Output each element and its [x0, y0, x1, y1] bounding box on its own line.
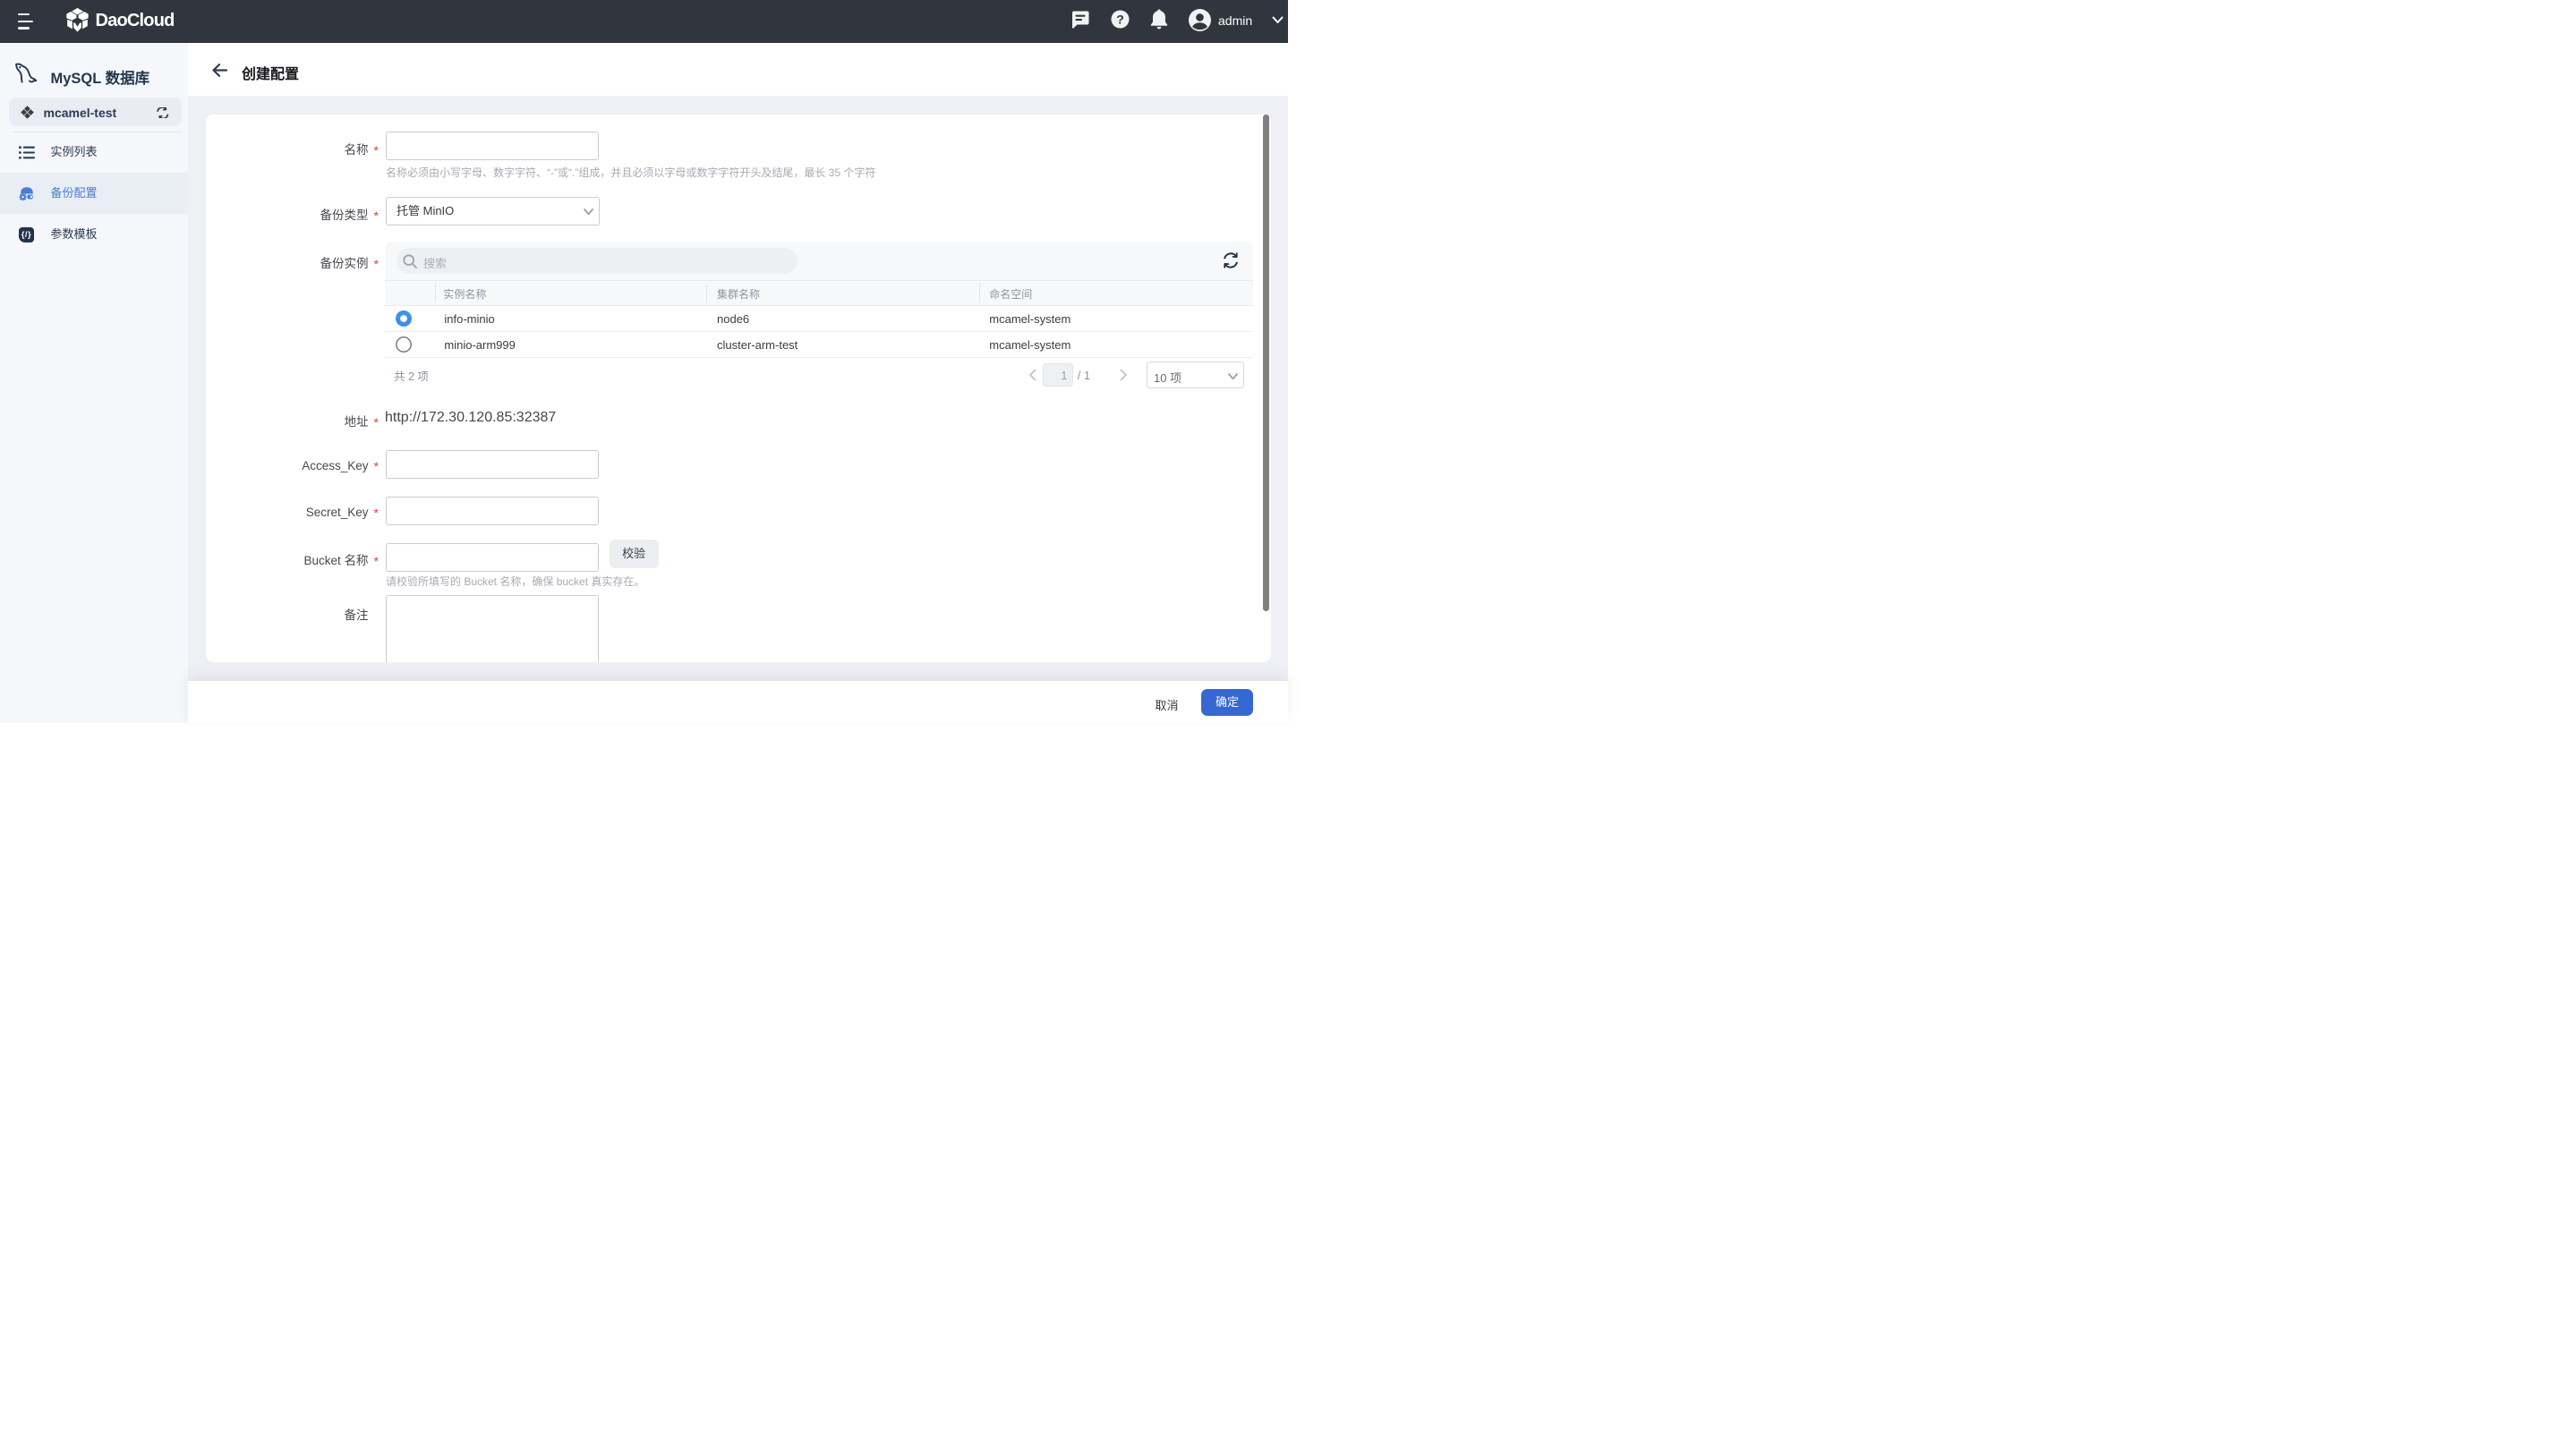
svg-text:?: ?: [1116, 12, 1124, 26]
